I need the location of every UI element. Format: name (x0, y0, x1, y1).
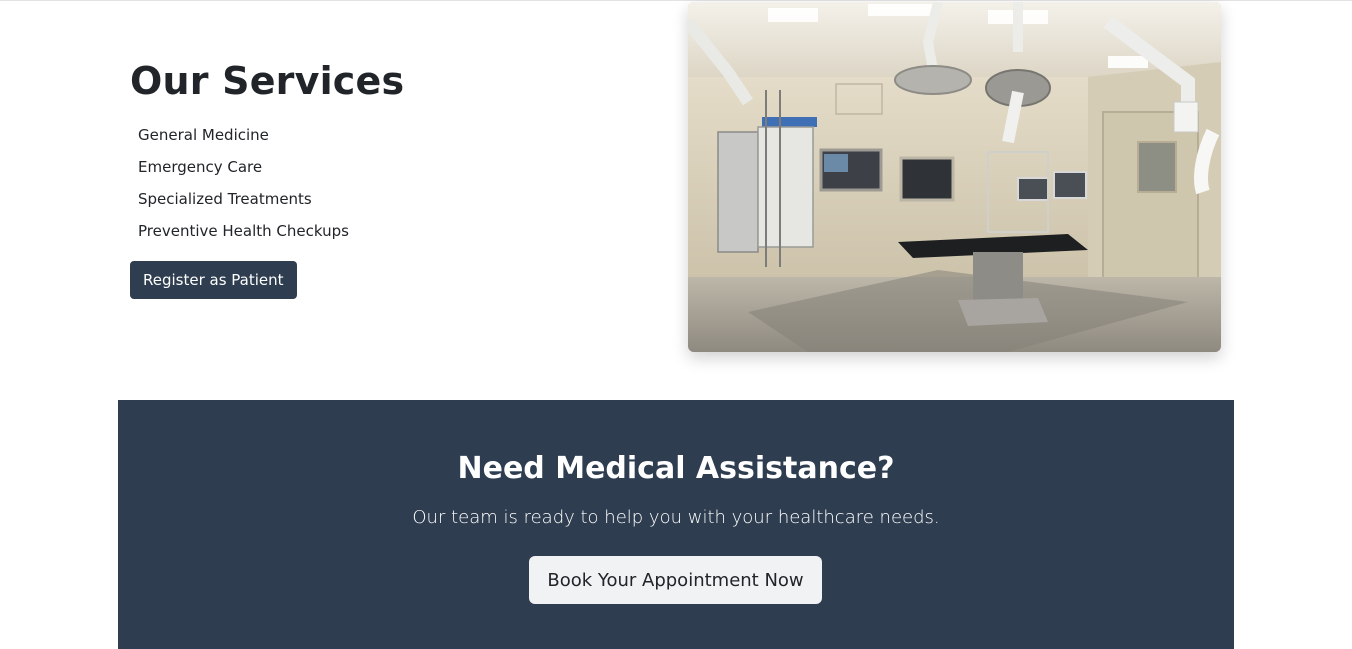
services-section: Our Services General Medicine Emergency … (0, 0, 1352, 400)
service-item-preventive-checkups: Preventive Health Checkups (138, 222, 349, 240)
services-list: General Medicine Emergency Care Speciali… (130, 119, 650, 247)
services-title: Our Services (130, 59, 405, 103)
operating-room-image (688, 2, 1221, 352)
service-item-emergency-care: Emergency Care (138, 158, 263, 176)
cta-section: Need Medical Assistance? Our team is rea… (118, 400, 1234, 649)
book-appointment-button[interactable]: Book Your Appointment Now (529, 556, 822, 604)
cta-title: Need Medical Assistance? (457, 451, 895, 486)
service-item-general-medicine: General Medicine (138, 126, 269, 144)
cta-subtitle: Our team is ready to help you with your … (412, 507, 940, 528)
operating-room-illustration (688, 2, 1221, 352)
services-content: Our Services General Medicine Emergency … (130, 57, 650, 299)
register-patient-button[interactable]: Register as Patient (130, 261, 297, 299)
service-item-specialized-treatments: Specialized Treatments (138, 190, 312, 208)
